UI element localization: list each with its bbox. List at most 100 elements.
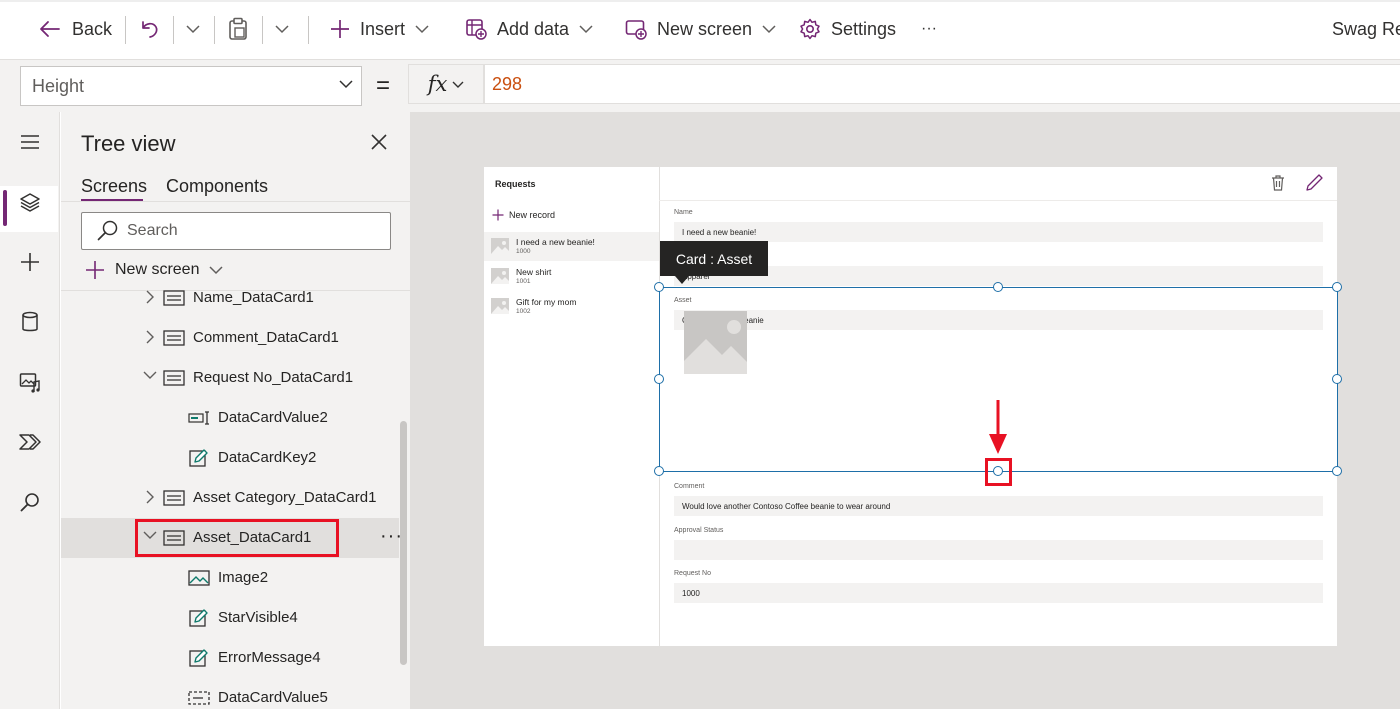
approval-status-field-label: Approval Status: [674, 527, 724, 534]
delete-record-button[interactable]: [1271, 175, 1285, 191]
image-icon: [188, 569, 210, 587]
tree-node-request-no-datacard[interactable]: Request No_DataCard1: [61, 358, 399, 398]
tree-node-datacardvalue2[interactable]: DataCardValue2: [61, 398, 399, 438]
table-add-icon: [465, 18, 487, 40]
tree-node-label: Comment_DataCard1: [193, 329, 339, 346]
tab-screens[interactable]: Screens: [81, 176, 147, 197]
hamburger-menu-button[interactable]: [0, 120, 60, 164]
media-icon: [19, 371, 41, 393]
tab-components[interactable]: Components: [166, 176, 268, 197]
card-icon: [163, 289, 185, 307]
resize-handle-top-left[interactable]: [654, 282, 664, 292]
chevron-down-icon: [186, 24, 200, 34]
undo-button[interactable]: [138, 0, 160, 58]
gallery-item-title: Gift for my mom: [516, 297, 577, 307]
card-tooltip: Card : Asset: [660, 241, 768, 276]
new-screen-icon: [625, 18, 647, 40]
close-icon: [370, 133, 388, 151]
add-data-label: Add data: [497, 18, 570, 39]
divider: [61, 201, 410, 202]
new-screen-button[interactable]: New screen: [625, 0, 776, 58]
comment-field[interactable]: Would love another Contoso Coffee beanie…: [674, 496, 1323, 516]
tree-node-errormessage4[interactable]: ErrorMessage4: [61, 638, 399, 678]
media-rail-button[interactable]: [0, 360, 60, 404]
gallery-item[interactable]: Gift for my mom 1002: [484, 292, 659, 321]
undo-icon: [138, 18, 160, 40]
paste-dropdown[interactable]: [275, 0, 289, 58]
hamburger-icon: [20, 134, 40, 150]
fx-button[interactable]: fx: [408, 64, 484, 104]
resize-handle-top[interactable]: [993, 282, 1003, 292]
pencil-icon: [1306, 174, 1323, 191]
approval-status-field[interactable]: [674, 540, 1323, 560]
power-automate-rail-button[interactable]: [0, 420, 60, 464]
chevron-down-icon: [275, 24, 289, 34]
power-automate-icon: [19, 433, 41, 451]
insert-button[interactable]: Insert: [330, 0, 429, 58]
tree-view-rail-button[interactable]: [0, 180, 60, 224]
back-label: Back: [72, 18, 113, 39]
new-record-label: New record: [509, 210, 556, 220]
separator: [308, 16, 309, 44]
edit-record-button[interactable]: [1306, 174, 1323, 191]
resize-handle-left[interactable]: [654, 374, 664, 384]
tree-view-title: Tree view: [81, 131, 176, 156]
new-screen-label: New screen: [657, 18, 753, 39]
gallery-item-subtitle: 1002: [516, 308, 531, 315]
resize-handle-top-right[interactable]: [1332, 282, 1342, 292]
close-tree-view-button[interactable]: [370, 133, 388, 151]
resize-handle-bottom-right[interactable]: [1332, 466, 1342, 476]
more-label: ···: [921, 20, 937, 37]
tree-node-label: DataCardValue2: [218, 409, 328, 426]
add-data-button[interactable]: Add data: [465, 0, 593, 58]
chevron-right-icon: [145, 290, 155, 304]
tree-node-image2[interactable]: Image2: [61, 558, 399, 598]
plus-icon: [492, 209, 504, 221]
database-icon: [21, 311, 39, 333]
new-record-button[interactable]: New record: [492, 209, 555, 221]
tree-node-datacardvalue5[interactable]: DataCardValue5: [61, 678, 399, 709]
fx-label: fx: [427, 72, 448, 96]
more-commands-button[interactable]: ···: [921, 0, 937, 58]
clipboard-icon: [227, 17, 249, 41]
tree-node-datacardkey2[interactable]: DataCardKey2: [61, 438, 399, 478]
separator: [262, 16, 263, 44]
gallery-item[interactable]: New shirt 1001: [484, 262, 659, 291]
search-rail-button[interactable]: [0, 480, 60, 524]
tree-search-input[interactable]: Search: [81, 212, 391, 250]
layers-icon: [20, 192, 40, 212]
name-field[interactable]: I need a new beanie!: [674, 222, 1323, 242]
highlight-box: [985, 458, 1012, 486]
settings-label: Settings: [831, 18, 897, 39]
request-no-field[interactable]: 1000: [674, 583, 1323, 603]
separator: [214, 16, 215, 44]
data-rail-button[interactable]: [0, 300, 60, 344]
tree-scrollbar[interactable]: [400, 421, 407, 665]
dropdown-control-icon: [188, 689, 210, 707]
label-edit-icon: [189, 649, 209, 667]
chevron-right-icon: [145, 490, 155, 504]
tree-node-asset-category-datacard[interactable]: Asset Category_DataCard1: [61, 478, 399, 518]
label-edit-icon: [189, 449, 209, 467]
property-dropdown[interactable]: Height: [20, 66, 362, 106]
tree-node-comment-datacard[interactable]: Comment_DataCard1: [61, 318, 399, 358]
tree-node-name-datacard[interactable]: Name_DataCard1: [61, 278, 399, 318]
tree-node-label: DataCardKey2: [218, 449, 317, 466]
highlight-box: [135, 519, 339, 557]
back-button[interactable]: Back: [38, 0, 112, 58]
arrow-left-icon: [38, 19, 62, 39]
undo-dropdown[interactable]: [186, 0, 200, 58]
insert-rail-button[interactable]: [0, 240, 60, 284]
request-no-field-label: Request No: [674, 570, 711, 577]
equals-sign: =: [376, 72, 391, 99]
tree-node-starvisible4[interactable]: StarVisible4: [61, 598, 399, 638]
app-name-label: Swag Re: [1332, 18, 1400, 39]
resize-handle-right[interactable]: [1332, 374, 1342, 384]
gallery-item-title: New shirt: [516, 267, 552, 277]
card-icon: [163, 489, 185, 507]
resize-handle-bottom-left[interactable]: [654, 466, 664, 476]
gallery-item[interactable]: I need a new beanie! 1000: [484, 232, 659, 261]
settings-button[interactable]: Settings: [799, 0, 896, 58]
paste-button[interactable]: [227, 0, 249, 58]
formula-input[interactable]: 298: [484, 64, 1400, 104]
